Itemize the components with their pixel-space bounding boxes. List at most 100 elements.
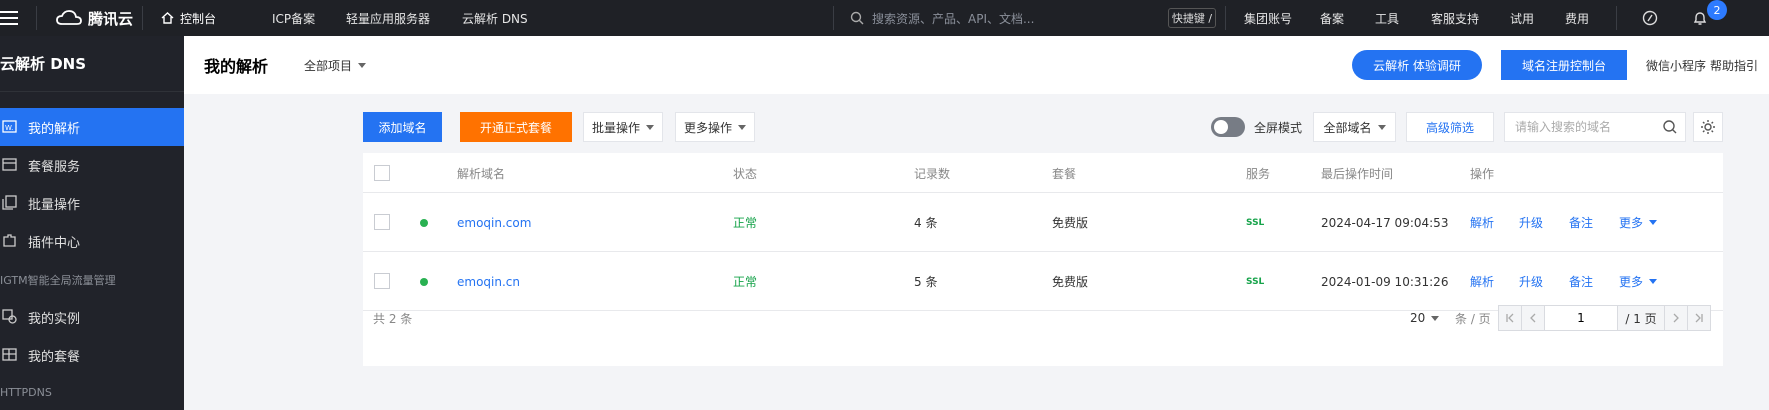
first-page-button[interactable] (1498, 305, 1522, 331)
project-select-value: 全部项目 (304, 58, 353, 73)
sidebar-item-packages[interactable]: 套餐服务 (0, 146, 184, 184)
action-upgrade[interactable]: 升级 (1519, 193, 1543, 252)
column-status: 状态 (733, 166, 758, 181)
notification-badge: 2 (1707, 0, 1727, 20)
nav-link-tools[interactable]: 工具 (1375, 0, 1399, 36)
chevron-down-icon (646, 124, 654, 130)
chevron-down-icon (358, 62, 367, 68)
last-page-icon (1695, 313, 1703, 323)
sidebar-title: 云解析 DNS (0, 36, 184, 92)
column-plan: 套餐 (1052, 166, 1077, 181)
global-search[interactable]: 搜索资源、产品、API、文档... (850, 0, 1220, 36)
column-records: 记录数 (914, 166, 951, 181)
survey-button[interactable]: 云解析 体验调研 (1352, 50, 1482, 80)
brand-logo[interactable]: 腾讯云 (56, 0, 133, 36)
open-plan-button[interactable]: 开通正式套餐 (460, 112, 572, 142)
more-operations-dropdown[interactable]: 更多操作 (675, 112, 755, 142)
page-size-value: 20 (1410, 311, 1426, 325)
batch-operations-dropdown[interactable]: 批量操作 (583, 112, 663, 142)
instance-icon (2, 309, 17, 324)
domain-filter-dropdown[interactable]: 全部域名 (1313, 112, 1396, 142)
action-more-dropdown[interactable]: 更多 (1619, 193, 1658, 252)
table-header: 解析域名 状态 记录数 套餐 服务 最后操作时间 操作 (363, 153, 1723, 193)
top-navigation-bar: 腾讯云 控制台 ICP备案 轻量应用服务器 云解析 DNS 搜索资源、产品、AP… (0, 0, 1769, 36)
sidebar-item-label: 插件中心 (28, 235, 81, 251)
action-resolve[interactable]: 解析 (1470, 193, 1494, 252)
select-all-checkbox[interactable] (374, 165, 390, 181)
domain-list-icon: W. (2, 120, 17, 133)
plan-icon (2, 348, 17, 361)
global-search-placeholder: 搜索资源、产品、API、文档... (872, 11, 1035, 26)
advanced-filter-button[interactable]: 高级筛选 (1406, 112, 1494, 142)
column-last-modified: 最后操作时间 (1321, 166, 1394, 181)
page-title: 我的解析 (204, 57, 269, 76)
nav-link-filing[interactable]: 备案 (1320, 0, 1344, 36)
theme-icon[interactable] (1642, 0, 1658, 36)
fullscreen-toggle[interactable] (1211, 117, 1245, 137)
search-icon (850, 11, 864, 25)
nav-link-trial[interactable]: 试用 (1510, 0, 1534, 36)
domain-link[interactable]: emoqin.com (457, 193, 531, 252)
help-guide-link[interactable]: 帮助指引 (1710, 36, 1769, 94)
cloud-logo-icon (56, 10, 82, 25)
domain-table: 解析域名 状态 记录数 套餐 服务 最后操作时间 操作 emoqin.com 正… (363, 153, 1723, 366)
sidebar-item-plugins[interactable]: 插件中心 (0, 222, 184, 260)
column-actions: 操作 (1470, 166, 1495, 181)
add-domain-button[interactable]: 添加域名 (363, 112, 442, 142)
action-more-label: 更多 (1619, 275, 1644, 289)
nav-link-group-account[interactable]: 集团账号 (1244, 0, 1292, 36)
bell-icon[interactable] (1692, 0, 1708, 36)
package-icon (2, 158, 17, 171)
row-checkbox[interactable] (374, 273, 390, 289)
fullscreen-label: 全屏模式 (1253, 120, 1302, 135)
action-remark[interactable]: 备注 (1569, 193, 1593, 252)
nav-link-dns[interactable]: 云解析 DNS (462, 0, 528, 36)
nav-link-lighthouse[interactable]: 轻量应用服务器 (346, 0, 430, 36)
ssl-service-icon[interactable]: SSL (1246, 193, 1264, 252)
nav-link-support[interactable]: 客服支持 (1431, 0, 1479, 36)
search-button[interactable] (1655, 112, 1685, 142)
sidebar-item-my-dns[interactable]: W. 我的解析 (0, 108, 184, 146)
console-link[interactable]: 控制台 (161, 0, 216, 36)
total-pages-label: / 1 页 (1617, 305, 1665, 331)
total-count: 共 2 条 (373, 311, 413, 326)
next-page-button[interactable] (1664, 305, 1688, 331)
chevron-down-icon (738, 124, 746, 130)
last-page-button[interactable] (1687, 305, 1711, 331)
gear-icon (1701, 120, 1715, 134)
menu-icon[interactable] (0, 0, 18, 36)
chevron-right-icon (1673, 313, 1679, 323)
chevron-down-icon (1649, 220, 1658, 225)
page-size-select[interactable]: 20 (1410, 293, 1440, 343)
row-checkbox[interactable] (374, 214, 390, 230)
sidebar-item-my-instances[interactable]: 我的实例 (0, 298, 184, 336)
shortcut-key-hint: 快捷键 / (1168, 8, 1216, 28)
batch-operations-label: 批量操作 (591, 120, 640, 135)
last-modified-time: 2024-04-17 09:04:53 (1321, 215, 1449, 230)
registrar-console-button[interactable]: 域名注册控制台 (1501, 50, 1627, 80)
home-icon (161, 12, 174, 24)
svg-text:W.: W. (5, 124, 13, 132)
sidebar-item-label: 我的实例 (28, 311, 81, 327)
page-number-input[interactable] (1544, 305, 1618, 331)
settings-button[interactable] (1693, 112, 1723, 142)
more-operations-label: 更多操作 (683, 120, 732, 135)
sidebar: 云解析 DNS W. 我的解析 套餐服务 批量操作 插件中心 IGTM智能全局流… (0, 36, 184, 410)
status-text: 正常 (733, 216, 758, 230)
wechat-miniprogram-link[interactable]: 微信小程序 (1646, 36, 1706, 94)
nav-link-billing[interactable]: 费用 (1565, 0, 1589, 36)
sidebar-group-gtm: IGTM智能全局流量管理 (0, 274, 116, 287)
search-icon (1663, 120, 1677, 134)
project-select[interactable]: 全部项目 (304, 36, 367, 94)
status-dot (420, 278, 428, 286)
column-service: 服务 (1246, 166, 1271, 181)
brand-name: 腾讯云 (88, 9, 134, 28)
nav-link-icp[interactable]: ICP备案 (272, 0, 315, 36)
page-header: 我的解析 全部项目 云解析 体验调研 域名注册控制台 微信小程序 帮助指引 (184, 36, 1769, 94)
batch-icon (2, 195, 17, 210)
sidebar-item-batch[interactable]: 批量操作 (0, 184, 184, 222)
sidebar-item-my-plans[interactable]: 我的套餐 (0, 336, 184, 374)
prev-page-button[interactable] (1521, 305, 1545, 331)
chevron-down-icon (1649, 279, 1658, 284)
sidebar-item-label: 我的解析 (28, 121, 81, 137)
